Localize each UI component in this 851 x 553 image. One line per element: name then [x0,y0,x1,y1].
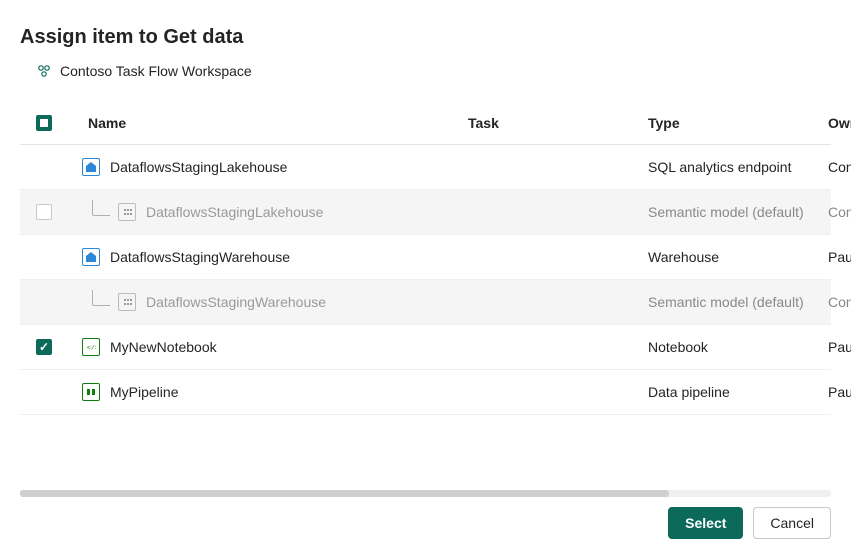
dialog-footer: Select Cancel [668,507,831,539]
item-type: Semantic model (default) [648,294,828,310]
row-checkbox[interactable] [36,204,52,220]
semantic-model-icon [118,203,136,221]
item-owner: Contoso [828,204,851,220]
item-owner: Contoso [828,294,851,310]
tree-elbow-icon [92,200,110,216]
item-type: Data pipeline [648,384,828,400]
select-button[interactable]: Select [668,507,743,539]
table-row[interactable]: MyPipeline Data pipeline Paula [20,370,831,415]
lakehouse-icon [82,158,100,176]
horizontal-scrollbar[interactable] [20,490,831,497]
item-owner: Paula [828,384,851,400]
item-type: Warehouse [648,249,828,265]
item-type: Notebook [648,339,828,355]
item-name: MyNewNotebook [110,339,217,355]
tree-elbow-icon [92,290,110,306]
column-header-name[interactable]: Name [68,115,468,131]
cancel-button[interactable]: Cancel [753,507,831,539]
table-row[interactable]: DataflowsStagingWarehouse Semantic model… [20,280,831,325]
item-name: DataflowsStagingWarehouse [146,294,326,310]
item-owner: Contoso [828,159,851,175]
select-all-checkbox[interactable] [36,115,52,131]
workspace-icon [36,63,52,79]
item-owner: Paula [828,339,851,355]
table-row[interactable]: DataflowsStagingLakehouse SQL analytics … [20,145,831,190]
row-checkbox[interactable] [36,339,52,355]
column-header-owner[interactable]: Owner [828,115,851,131]
item-name: DataflowsStagingLakehouse [110,159,287,175]
column-header-task[interactable]: Task [468,115,648,131]
item-owner: Paula [828,249,851,265]
workspace-label: Contoso Task Flow Workspace [60,63,252,79]
semantic-model-icon [118,293,136,311]
column-header-type[interactable]: Type [648,115,828,131]
datapipeline-icon [82,383,100,401]
dialog-title: Assign item to Get data [20,26,831,49]
item-type: SQL analytics endpoint [648,159,828,175]
table-header: Name Task Type Owner [20,101,831,145]
notebook-icon: </> [82,338,100,356]
item-name: DataflowsStagingLakehouse [146,204,323,220]
table-row[interactable]: DataflowsStagingWarehouse Warehouse Paul… [20,235,831,280]
svg-text:</>: </> [87,344,96,352]
items-table: Name Task Type Owner DataflowsStagingLak… [20,101,831,415]
workspace-breadcrumb: Contoso Task Flow Workspace [36,63,831,79]
table-row[interactable]: </> MyNewNotebook Notebook Paula [20,325,831,370]
item-type: Semantic model (default) [648,204,828,220]
table-row[interactable]: DataflowsStagingLakehouse Semantic model… [20,190,831,235]
warehouse-icon [82,248,100,266]
item-name: MyPipeline [110,384,178,400]
scrollbar-thumb[interactable] [20,490,669,497]
item-name: DataflowsStagingWarehouse [110,249,290,265]
